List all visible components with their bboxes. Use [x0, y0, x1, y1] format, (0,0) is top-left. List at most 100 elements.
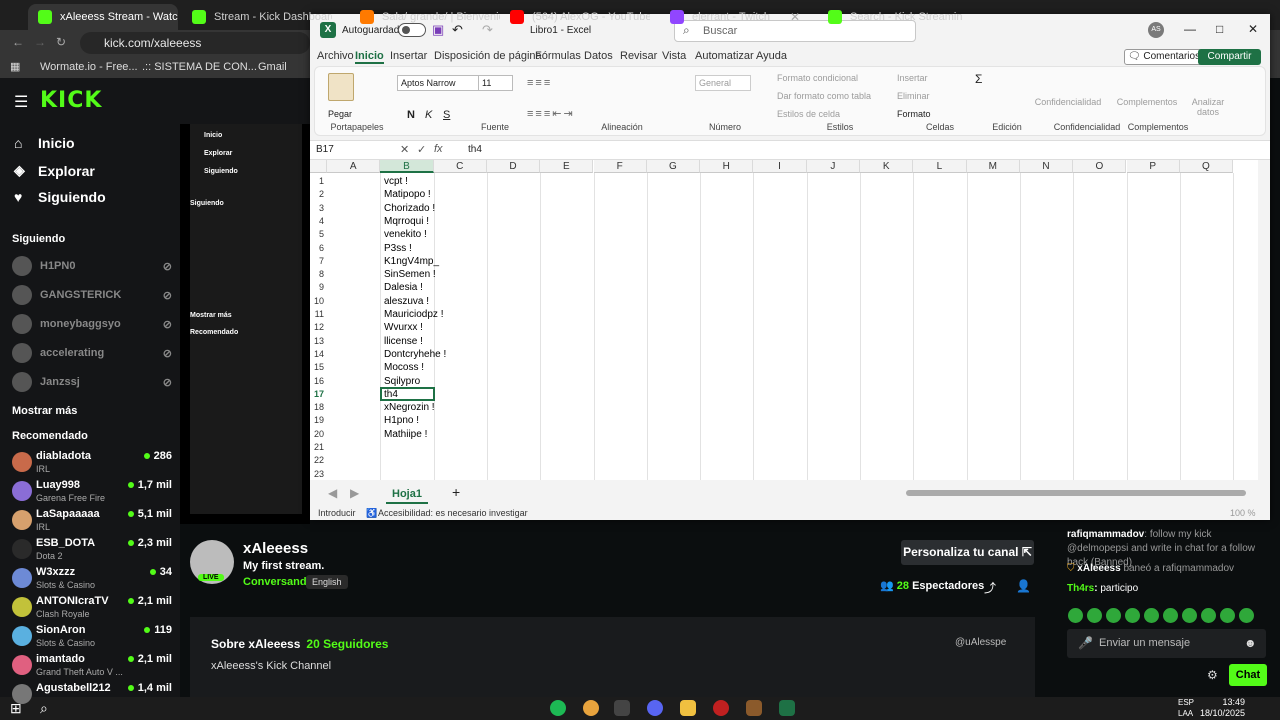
browser-tab[interactable]: xAleeess Stream - Watch Live o✕ — [28, 4, 178, 30]
column-header[interactable]: Q — [1179, 160, 1234, 173]
number-format-select[interactable]: General — [695, 75, 751, 91]
column-header[interactable]: H — [700, 160, 754, 173]
cell-b[interactable]: Wvurxx ! — [382, 321, 423, 334]
cell-b[interactable]: xNegrozin ! — [382, 401, 435, 414]
row-header[interactable]: 10 — [310, 295, 327, 308]
recommended-channel[interactable]: ESB_DOTA Dota 2 2,3 mil — [12, 537, 172, 565]
add-sheet-icon[interactable]: + — [452, 484, 460, 500]
cell-b[interactable]: SinSemen ! — [382, 268, 436, 281]
column-header[interactable]: C — [433, 160, 487, 173]
recommended-channel[interactable]: W3xzzz Slots & Casino 34 — [12, 566, 172, 594]
emote-icon[interactable] — [1125, 608, 1140, 623]
column-header[interactable]: L — [913, 160, 967, 173]
settings-icon[interactable]: ⚙ — [1207, 668, 1218, 682]
emote-icon[interactable] — [1163, 608, 1178, 623]
analyze-data-button[interactable]: Analizar datos — [1183, 97, 1233, 117]
column-header[interactable]: J — [806, 160, 860, 173]
emote-icon[interactable] — [1201, 608, 1216, 623]
zoom-level[interactable]: 100 % — [1230, 508, 1256, 518]
prev-sheet-icon[interactable]: ◀ — [328, 486, 337, 500]
column-header[interactable]: I — [753, 160, 807, 173]
back-icon[interactable]: ← — [12, 35, 24, 49]
ribbon-tab[interactable]: Automatizar — [695, 50, 754, 62]
row-header[interactable]: 20 — [310, 428, 327, 441]
formula-input[interactable]: th4 — [468, 144, 482, 155]
share-icon[interactable]: ⤴ — [984, 579, 996, 596]
cell-b[interactable]: Mqrroqui ! — [382, 215, 429, 228]
row-header[interactable]: 12 — [310, 321, 327, 334]
comments-button[interactable]: 🗨 Comentarios — [1124, 49, 1204, 65]
followed-channel[interactable]: Janzssj ⊘ — [12, 372, 172, 392]
column-header[interactable]: N — [1019, 160, 1074, 173]
emote-icon[interactable] — [1106, 608, 1121, 623]
cell-b[interactable]: K1ngV4mp_ — [382, 255, 439, 268]
cell-b[interactable]: Dalesia ! — [382, 281, 423, 294]
follow-user-icon[interactable]: 👤 — [1016, 579, 1031, 593]
sheet-tab[interactable]: Hoja1 — [386, 488, 428, 504]
close-tab-icon[interactable]: ✕ — [790, 10, 800, 24]
emoji-icon[interactable]: ☻ — [1244, 636, 1257, 650]
emote-icon[interactable] — [1220, 608, 1235, 623]
cell-b[interactable]: Chorizado ! — [382, 202, 435, 215]
cell-b[interactable]: Mauriciodpz ! — [382, 308, 443, 321]
row-header[interactable]: 3 — [310, 202, 327, 215]
conditional-format-button[interactable]: Formato condicional — [777, 73, 858, 83]
language-tag[interactable]: English — [306, 575, 348, 589]
cell-b[interactable]: Mathiipe ! — [382, 428, 427, 441]
format-cells-button[interactable]: Formato — [897, 109, 931, 119]
browser-tab[interactable]: Sala/ grande/ | Bienvenido✕ — [350, 4, 500, 30]
recommended-channel[interactable]: SionAron Slots & Casino 119 — [12, 624, 172, 652]
nav-item[interactable]: ◈ Explorar — [14, 162, 95, 179]
column-header[interactable]: E — [540, 160, 594, 173]
browser-tab[interactable]: (564) AlexOG - YouTube✕ — [500, 4, 650, 30]
customize-channel-button[interactable]: Personaliza tu canal ⇱ — [901, 540, 1034, 565]
row-header[interactable]: 1 — [310, 175, 327, 188]
channel-name[interactable]: xAleeess — [243, 540, 308, 557]
chrome-icon[interactable] — [583, 700, 599, 716]
cell-b[interactable]: vcpt ! — [382, 175, 408, 188]
column-header[interactable]: K — [860, 160, 914, 173]
user-avatar[interactable]: AS — [1148, 22, 1164, 38]
spreadsheet-grid[interactable]: A B C D E F G H I J K L M N O P Q 1 2 3 4 5 6 7 8 9 10 11 12 13 14 15 16… — [310, 160, 1258, 480]
cell-b[interactable]: H1pno ! — [382, 414, 419, 427]
emote-icon[interactable] — [1087, 608, 1102, 623]
recommended-channel[interactable]: Luay998 Garena Free Fire 1,7 mil — [12, 479, 172, 507]
apps-icon[interactable]: ▦ — [10, 60, 20, 73]
system-clock[interactable]: 13:49 18/10/2025 — [1200, 697, 1245, 719]
font-size-select[interactable]: 11 — [478, 75, 513, 91]
emote-icon[interactable] — [1182, 608, 1197, 623]
row-header[interactable]: 19 — [310, 414, 327, 427]
confirm-icon[interactable]: ✓ — [417, 143, 426, 156]
ribbon-tab[interactable]: Inicio — [355, 50, 384, 64]
recommended-channel[interactable]: Agustabell212 1,4 mil — [12, 682, 172, 710]
cancel-icon[interactable]: ✕ — [400, 143, 409, 156]
underline-icon[interactable]: S — [443, 109, 450, 121]
ribbon-tab[interactable]: Insertar — [390, 50, 427, 62]
row-header[interactable]: 9 — [310, 281, 327, 294]
followed-channel[interactable]: moneybaggsyo ⊘ — [12, 314, 172, 334]
spotify-icon[interactable] — [550, 700, 566, 716]
cell-b[interactable]: Dontcryhehe ! — [382, 348, 446, 361]
chat-username[interactable]: rafiqmammadov — [1067, 529, 1144, 540]
format-as-table-button[interactable]: Dar formato como tabla — [777, 91, 871, 101]
cell-b[interactable]: Sqilypro — [382, 375, 420, 388]
cell-styles-button[interactable]: Estilos de celda — [777, 109, 840, 119]
emote-icon[interactable] — [1144, 608, 1159, 623]
ribbon-tab[interactable]: Ayuda — [756, 50, 787, 62]
column-header[interactable]: P — [1126, 160, 1180, 173]
row-header[interactable]: 22 — [310, 454, 327, 467]
bold-icon[interactable]: N — [407, 109, 415, 121]
recommended-channel[interactable]: imantado Grand Theft Auto V ... 2,1 mil — [12, 653, 172, 681]
italic-icon[interactable]: K — [425, 109, 432, 121]
name-box[interactable]: B17 — [316, 144, 376, 155]
next-sheet-icon[interactable]: ▶ — [350, 486, 359, 500]
emote-icon[interactable] — [1068, 608, 1083, 623]
ribbon-tab[interactable]: Archivo — [317, 50, 354, 62]
menu-icon[interactable]: ☰ — [14, 92, 28, 112]
cell-b[interactable]: Matipopo ! — [382, 188, 431, 201]
row-header[interactable]: 5 — [310, 228, 327, 241]
share-button[interactable]: Compartir — [1198, 49, 1261, 65]
show-more-link[interactable]: Mostrar más — [12, 405, 77, 417]
chat-username[interactable]: Th4rs — [1067, 583, 1094, 594]
addins-button[interactable]: Complementos — [1115, 97, 1179, 107]
